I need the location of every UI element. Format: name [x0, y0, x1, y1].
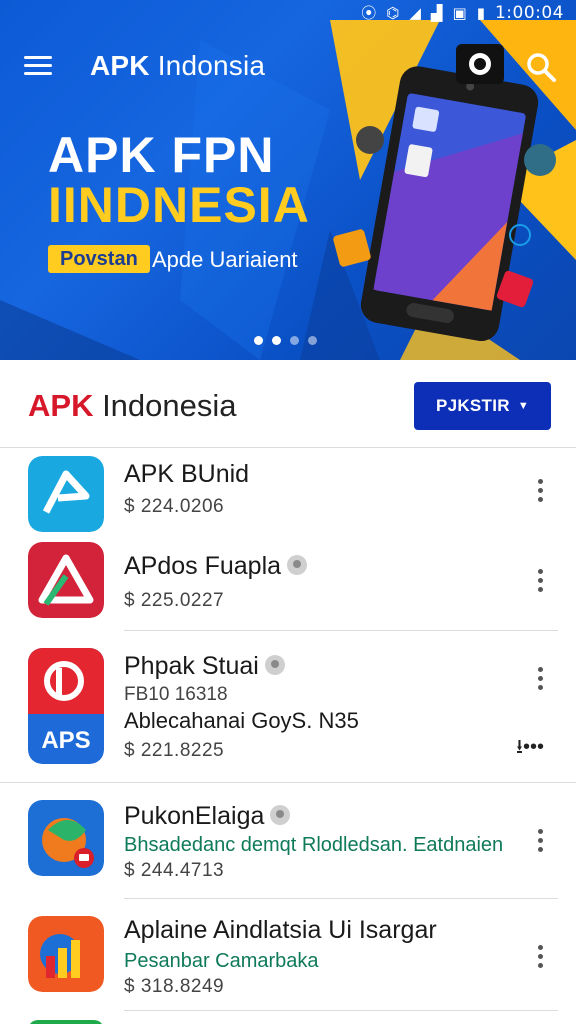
app-price: $ 244.4713 — [124, 860, 225, 881]
more-options-icon[interactable] — [528, 940, 552, 972]
app-name: APK BUnid — [124, 460, 250, 488]
wifi-icon: ◢ — [409, 3, 421, 22]
app-price: $ 221.8225 — [124, 740, 225, 761]
swirl-logo-icon — [28, 800, 104, 876]
chart-logo-icon — [28, 916, 104, 992]
section-title-red: APK — [28, 388, 94, 423]
sort-button-label: PJKSTIR — [435, 396, 510, 415]
app-name: PukonElaiga — [124, 802, 291, 831]
signal-icon: ▟ — [430, 3, 443, 22]
verified-icon — [264, 655, 285, 676]
section-header: APK Indonesia PJKSTIR ▼ — [0, 360, 576, 448]
more-options-icon[interactable] — [528, 474, 552, 506]
app-title: APK Indonsia — [90, 50, 265, 82]
status-time: 1:00:04 — [494, 3, 564, 23]
triangle-logo-icon — [28, 542, 104, 618]
more-options-icon[interactable] — [528, 662, 552, 694]
carousel-dot[interactable] — [254, 336, 263, 345]
app-price: $ 318.8249 — [124, 976, 225, 997]
app-bar: APK Indonsia — [0, 40, 576, 92]
app-price: $ 224.0206 — [124, 496, 225, 517]
download-icon[interactable]: ⭳••• — [516, 732, 544, 766]
battery-icon: ▮ — [476, 3, 485, 22]
more-options-icon[interactable] — [528, 564, 552, 596]
list-divider — [124, 1010, 558, 1011]
carousel-dot[interactable] — [308, 336, 317, 345]
search-icon[interactable] — [524, 50, 558, 84]
location-icon: ⦿ — [361, 3, 377, 22]
aps-red-icon: APS — [28, 648, 104, 764]
hero-headline-2: IINDNESIA — [48, 177, 310, 233]
section-title-rest: Indonesia — [93, 388, 237, 423]
list-divider — [124, 898, 558, 899]
ad-arrow-icon — [28, 456, 104, 532]
status-bar: ⦿ ⌬ ◢ ▟ ▣ ▮ 1:00:04 — [0, 0, 576, 26]
carousel-dot[interactable] — [290, 336, 299, 345]
hero-subtitle: Apde Uariaient — [152, 247, 298, 272]
app-title-bold: APK — [90, 50, 150, 81]
hero-badge[interactable]: Povstan — [48, 245, 150, 273]
app-name: APdos Fuapla — [124, 552, 308, 581]
carousel-indicator[interactable] — [254, 336, 317, 345]
app-subtitle: Ablecahanai GoyS. N35 — [124, 708, 359, 733]
hero-banner[interactable]: ⦿ ⌬ ◢ ▟ ▣ ▮ 1:00:04 APK Indonsia APK FPN… — [0, 0, 576, 360]
verified-icon — [270, 805, 291, 826]
app-subtitle: Bhsadedanc demqt Rlodledsan. Eatdnaien — [124, 834, 504, 856]
nfc-icon: ▣ — [452, 3, 467, 22]
app-icon-partial — [28, 1020, 104, 1024]
aps-icon-label: APS — [41, 727, 90, 754]
app-meta: FB10 16318 — [124, 684, 228, 705]
hero-headline-1: APK FPN — [48, 127, 275, 183]
vibrate-icon: ⌬ — [386, 3, 400, 22]
app-price: $ 225.0227 — [124, 590, 225, 611]
verified-icon — [287, 555, 308, 576]
hamburger-menu-icon[interactable] — [24, 52, 60, 82]
app-title-rest: Indonsia — [149, 50, 266, 81]
more-options-icon[interactable] — [528, 824, 552, 856]
list-divider — [124, 630, 558, 631]
carousel-dot-active[interactable] — [272, 336, 281, 345]
section-title: APK Indonesia — [28, 388, 237, 424]
app-name: Phpak Stuai — [124, 652, 285, 681]
app-name-text: Phpak Stuai — [124, 652, 259, 680]
app-name-text: PukonElaiga — [124, 802, 265, 830]
sort-button[interactable]: PJKSTIR ▼ — [414, 382, 551, 430]
chevron-down-icon: ▼ — [517, 400, 530, 412]
app-subtitle: Pesanbar Camarbaka — [124, 950, 319, 972]
app-name-text: APdos Fuapla — [124, 552, 282, 580]
list-divider — [0, 782, 576, 783]
app-name: Aplaine Aindlatsia Ui Isargar — [124, 916, 437, 944]
